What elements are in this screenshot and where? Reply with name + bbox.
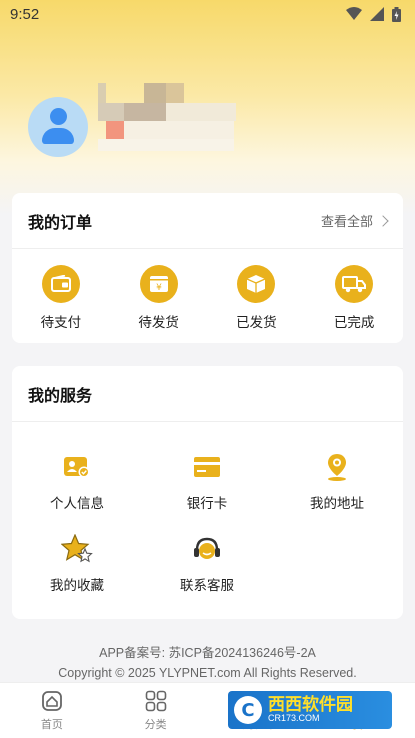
order-pending-payment[interactable]: 待支付 bbox=[21, 265, 101, 331]
view-all-label: 查看全部 bbox=[320, 214, 373, 229]
battery-icon bbox=[392, 6, 401, 22]
service-personal-info[interactable]: 个人信息 bbox=[22, 450, 132, 512]
order-shipped[interactable]: 已发货 bbox=[216, 265, 296, 331]
chevron-right-icon bbox=[377, 214, 389, 227]
bank-card-icon bbox=[190, 450, 224, 484]
order-item-label: 已完成 bbox=[333, 315, 375, 330]
watermark-sub: CR173.COM bbox=[268, 713, 320, 724]
services-grid: 个人信息 银行卡 我的地址 我的收藏 联系客服 bbox=[12, 422, 403, 618]
status-bar: 9:52 bbox=[0, 0, 415, 28]
orders-header: 我的订单 查看全部 bbox=[12, 193, 403, 249]
service-my-address[interactable]: 我的地址 bbox=[282, 450, 392, 512]
copyright-text: Copyright © 2025 YLYPNET.com All Rights … bbox=[58, 666, 357, 680]
home-icon bbox=[41, 690, 62, 711]
status-icons bbox=[346, 6, 401, 22]
star-icon bbox=[60, 532, 94, 566]
order-item-label: 待发货 bbox=[138, 315, 179, 330]
service-bank-card[interactable]: 银行卡 bbox=[152, 450, 262, 512]
yuan-box-icon: ¥ bbox=[139, 265, 178, 303]
package-icon bbox=[237, 265, 276, 303]
wifi-icon bbox=[346, 7, 362, 20]
avatar-body-shape bbox=[42, 128, 74, 144]
wallet-icon bbox=[41, 265, 80, 303]
service-label: 联系客服 bbox=[180, 578, 234, 593]
signal-icon bbox=[370, 7, 384, 21]
category-grid-icon bbox=[145, 690, 166, 711]
headset-icon bbox=[190, 532, 224, 566]
avatar-head-shape bbox=[50, 108, 67, 125]
service-label: 银行卡 bbox=[186, 496, 228, 511]
services-header: 我的服务 bbox=[12, 366, 403, 422]
orders-title: 我的订单 bbox=[28, 214, 93, 232]
service-contact-support[interactable]: 联系客服 bbox=[152, 532, 262, 594]
icp-filing-text: APP备案号: 苏ICP备2024136246号-2A bbox=[99, 646, 316, 660]
order-completed[interactable]: 已完成 bbox=[314, 265, 394, 331]
my-services-card: 我的服务 个人信息 银行卡 我的地址 我的收藏 联系客服 bbox=[12, 366, 403, 619]
avatar[interactable] bbox=[28, 97, 88, 157]
order-awaiting-shipment[interactable]: ¥ 待发货 bbox=[119, 265, 199, 331]
service-label: 我的收藏 bbox=[50, 578, 104, 593]
watermark-text: 西西软件园 CR173.COM bbox=[268, 696, 353, 723]
view-all-orders-link[interactable]: 查看全部 bbox=[320, 211, 389, 230]
tab-category[interactable]: 分类 bbox=[104, 683, 208, 738]
tab-label: 首页 bbox=[40, 718, 63, 731]
services-title: 我的服务 bbox=[28, 387, 93, 405]
location-pin-icon bbox=[320, 450, 354, 484]
svg-text:¥: ¥ bbox=[156, 283, 162, 293]
my-orders-card: 我的订单 查看全部 待支付 ¥ 待发货 已发货 已完成 bbox=[12, 193, 403, 343]
service-my-favorites[interactable]: 我的收藏 bbox=[22, 532, 132, 594]
id-card-icon bbox=[60, 450, 94, 484]
user-profile[interactable] bbox=[28, 83, 388, 167]
truck-icon bbox=[335, 265, 374, 303]
order-item-label: 待支付 bbox=[40, 315, 82, 330]
watermark-main: 西西软件园 bbox=[268, 695, 353, 715]
watermark-logo-icon: C bbox=[234, 696, 262, 724]
blurred-username bbox=[98, 83, 238, 153]
site-watermark: C 西西软件园 CR173.COM bbox=[228, 691, 392, 729]
service-label: 我的地址 bbox=[310, 496, 364, 511]
order-item-label: 已发货 bbox=[236, 315, 277, 330]
tab-label: 分类 bbox=[144, 718, 167, 731]
status-time: 9:52 bbox=[10, 5, 40, 23]
service-label: 个人信息 bbox=[50, 496, 104, 511]
order-status-row: 待支付 ¥ 待发货 已发货 已完成 bbox=[12, 249, 403, 331]
tab-home[interactable]: 首页 bbox=[0, 683, 104, 738]
